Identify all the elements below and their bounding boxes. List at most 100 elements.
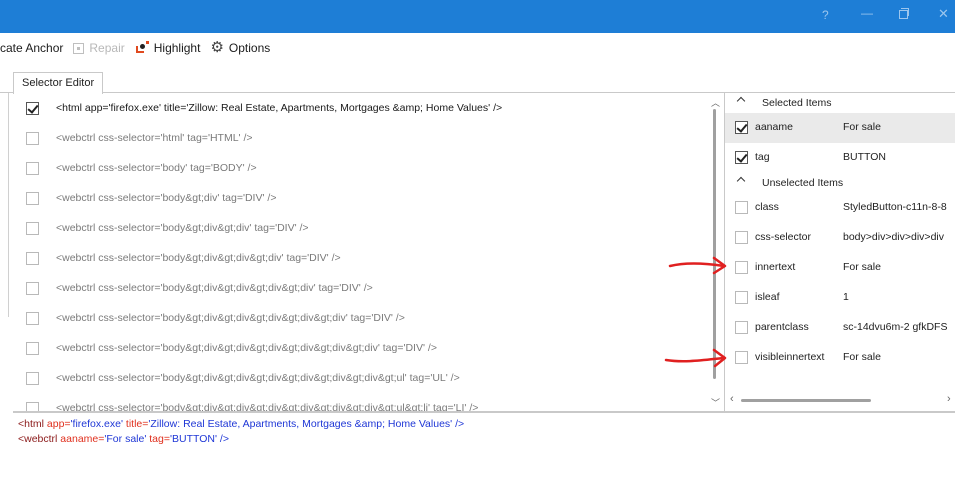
selector-row[interactable]: <webctrl css-selector='body&gt;div&gt;di… [13, 333, 708, 363]
attribute-name: aaname [755, 121, 793, 133]
attribute-value[interactable]: For sale [843, 121, 881, 133]
selector-row-text: <webctrl css-selector='body&gt;div&gt;di… [56, 372, 460, 384]
attribute-row-css-selector[interactable]: css-selector body>div>div>div>div [725, 223, 955, 253]
selector-row-text: <webctrl css-selector='body&gt;div&gt;di… [56, 342, 437, 354]
tab-selector-editor[interactable]: Selector Editor [13, 72, 104, 94]
selector-row[interactable]: <webctrl css-selector='body&gt;div' tag=… [13, 183, 708, 213]
selector-row-text: <webctrl css-selector='body&gt;div&gt;di… [56, 252, 341, 264]
highlight-button[interactable]: Highlight [135, 41, 200, 55]
scroll-right-icon[interactable]: › [947, 393, 951, 405]
selector-preview[interactable]: <html app='firefox.exe' title='Zillow: R… [18, 417, 948, 495]
preview-attr: aaname= [57, 433, 105, 445]
tab-strip: Selector Editor [0, 63, 955, 94]
scroll-down-icon[interactable]: ﹀ [711, 396, 720, 409]
attribute-checkbox[interactable] [735, 351, 748, 364]
selector-row-checkbox[interactable] [26, 191, 39, 205]
attribute-value[interactable]: BUTTON [843, 151, 886, 163]
selector-row-checkbox[interactable] [26, 401, 39, 411]
scroll-up-icon[interactable]: ︿ [711, 96, 720, 109]
attribute-checkbox[interactable] [735, 291, 748, 304]
attribute-checkbox[interactable] [735, 231, 748, 244]
attribute-name: class [755, 201, 779, 213]
attribute-checkbox[interactable] [735, 121, 748, 134]
attribute-checkbox[interactable] [735, 321, 748, 334]
chevron-up-icon [736, 176, 746, 186]
indicate-anchor-button[interactable]: cate Anchor [0, 41, 63, 55]
selector-row[interactable]: <webctrl css-selector='body&gt;div&gt;di… [13, 393, 708, 411]
preview-value: 'For sale' [104, 433, 147, 445]
attribute-value[interactable]: sc-14dvu6m-2 gfkDFS [843, 321, 947, 333]
help-button[interactable]: ? [822, 8, 829, 22]
selector-row-text: <html app='firefox.exe' title='Zillow: R… [56, 102, 503, 114]
restore-icon [899, 8, 909, 19]
repair-button[interactable]: Repair [73, 41, 125, 55]
minimize-button[interactable]: — [861, 6, 873, 20]
chevron-up-icon [736, 96, 746, 106]
attribute-name: tag [755, 151, 770, 163]
editor-divider[interactable] [13, 411, 955, 413]
selected-items-title: Selected Items [762, 97, 832, 109]
selector-row-checkbox[interactable] [26, 161, 39, 175]
preview-line-webctrl: <webctrl aaname='For sale' tag='BUTTON' … [18, 432, 948, 447]
attribute-checkbox[interactable] [735, 261, 748, 274]
maximize-button[interactable] [899, 8, 909, 22]
attribute-row-isleaf[interactable]: isleaf 1 [725, 283, 955, 313]
attribute-value[interactable]: For sale [843, 261, 881, 273]
selector-row[interactable]: <webctrl css-selector='body&gt;div&gt;di… [13, 213, 708, 243]
repair-label: Repair [89, 41, 125, 55]
preview-tag: <webctrl [18, 433, 58, 445]
selector-row-text: <webctrl css-selector='body&gt;div&gt;di… [56, 222, 309, 234]
attribute-checkbox[interactable] [735, 151, 748, 164]
hscrollbar-thumb[interactable] [741, 399, 871, 402]
selector-list: <html app='firefox.exe' title='Zillow: R… [13, 93, 708, 411]
selector-row[interactable]: <webctrl css-selector='html' tag='HTML' … [13, 123, 708, 153]
attribute-panel: Selected Items aaname For sale tag BUTTON U… [725, 93, 955, 411]
selector-row[interactable]: <html app='firefox.exe' title='Zillow: R… [13, 93, 708, 123]
attribute-row-tag[interactable]: tag BUTTON [725, 143, 955, 173]
attribute-row-visibleinnertext[interactable]: visibleinnertext For sale [725, 343, 955, 373]
preview-value: 'BUTTON' [170, 433, 217, 445]
highlight-icon [135, 41, 149, 55]
repair-icon [73, 42, 85, 54]
attribute-row-parentclass[interactable]: parentclass sc-14dvu6m-2 gfkDFS [725, 313, 955, 343]
attribute-name: isleaf [755, 291, 780, 303]
attribute-panel-hscrollbar[interactable]: ‹ › [725, 393, 955, 407]
attribute-row-aaname[interactable]: aaname For sale [725, 113, 955, 143]
close-button[interactable]: ✕ [938, 6, 949, 22]
attribute-row-innertext[interactable]: innertext For sale [725, 253, 955, 283]
options-button[interactable]: ⚙ Options [210, 40, 270, 55]
preview-attr: tag= [146, 433, 170, 445]
selector-row-checkbox[interactable] [26, 281, 39, 295]
selector-row[interactable]: <webctrl css-selector='body&gt;div&gt;di… [13, 303, 708, 333]
attribute-row-class[interactable]: class StyledButton-c11n-8-8 [725, 193, 955, 223]
selector-row-checkbox[interactable] [26, 101, 39, 115]
annotation-arrow-visibleinnertext [664, 348, 727, 368]
window-titlebar: ? — ✕ [0, 0, 955, 33]
selected-items-header[interactable]: Selected Items [725, 93, 955, 113]
selector-row-text: <webctrl css-selector='body' tag='BODY' … [56, 162, 257, 174]
attribute-checkbox[interactable] [735, 201, 748, 214]
scrollbar-thumb[interactable] [713, 109, 716, 379]
attribute-value[interactable]: StyledButton-c11n-8-8 [843, 201, 947, 213]
unselected-items-title: Unselected Items [762, 177, 844, 189]
selector-row-checkbox[interactable] [26, 221, 39, 235]
preview-close: /> [452, 418, 465, 430]
attribute-value[interactable]: body>div>div>div>div [843, 231, 944, 243]
selector-row-checkbox[interactable] [26, 371, 39, 385]
preview-tag: <html [18, 418, 44, 430]
toolbar: cate Anchor Repair Highlight ⚙ Options [0, 33, 955, 63]
scroll-left-icon[interactable]: ‹ [730, 393, 734, 405]
selector-row[interactable]: <webctrl css-selector='body' tag='BODY' … [13, 153, 708, 183]
selector-row[interactable]: <webctrl css-selector='body&gt;div&gt;di… [13, 243, 708, 273]
preview-attr: title= [123, 418, 149, 430]
selector-row[interactable]: <webctrl css-selector='body&gt;div&gt;di… [13, 273, 708, 303]
selector-row[interactable]: <webctrl css-selector='body&gt;div&gt;di… [13, 363, 708, 393]
attribute-value[interactable]: For sale [843, 351, 881, 363]
unselected-items-header[interactable]: Unselected Items [725, 173, 955, 193]
attribute-value[interactable]: 1 [843, 291, 849, 303]
selector-row-checkbox[interactable] [26, 341, 39, 355]
selector-row-text: <webctrl css-selector='body&gt;div&gt;di… [56, 282, 373, 294]
selector-row-checkbox[interactable] [26, 311, 39, 325]
selector-row-checkbox[interactable] [26, 131, 39, 145]
selector-row-checkbox[interactable] [26, 251, 39, 265]
